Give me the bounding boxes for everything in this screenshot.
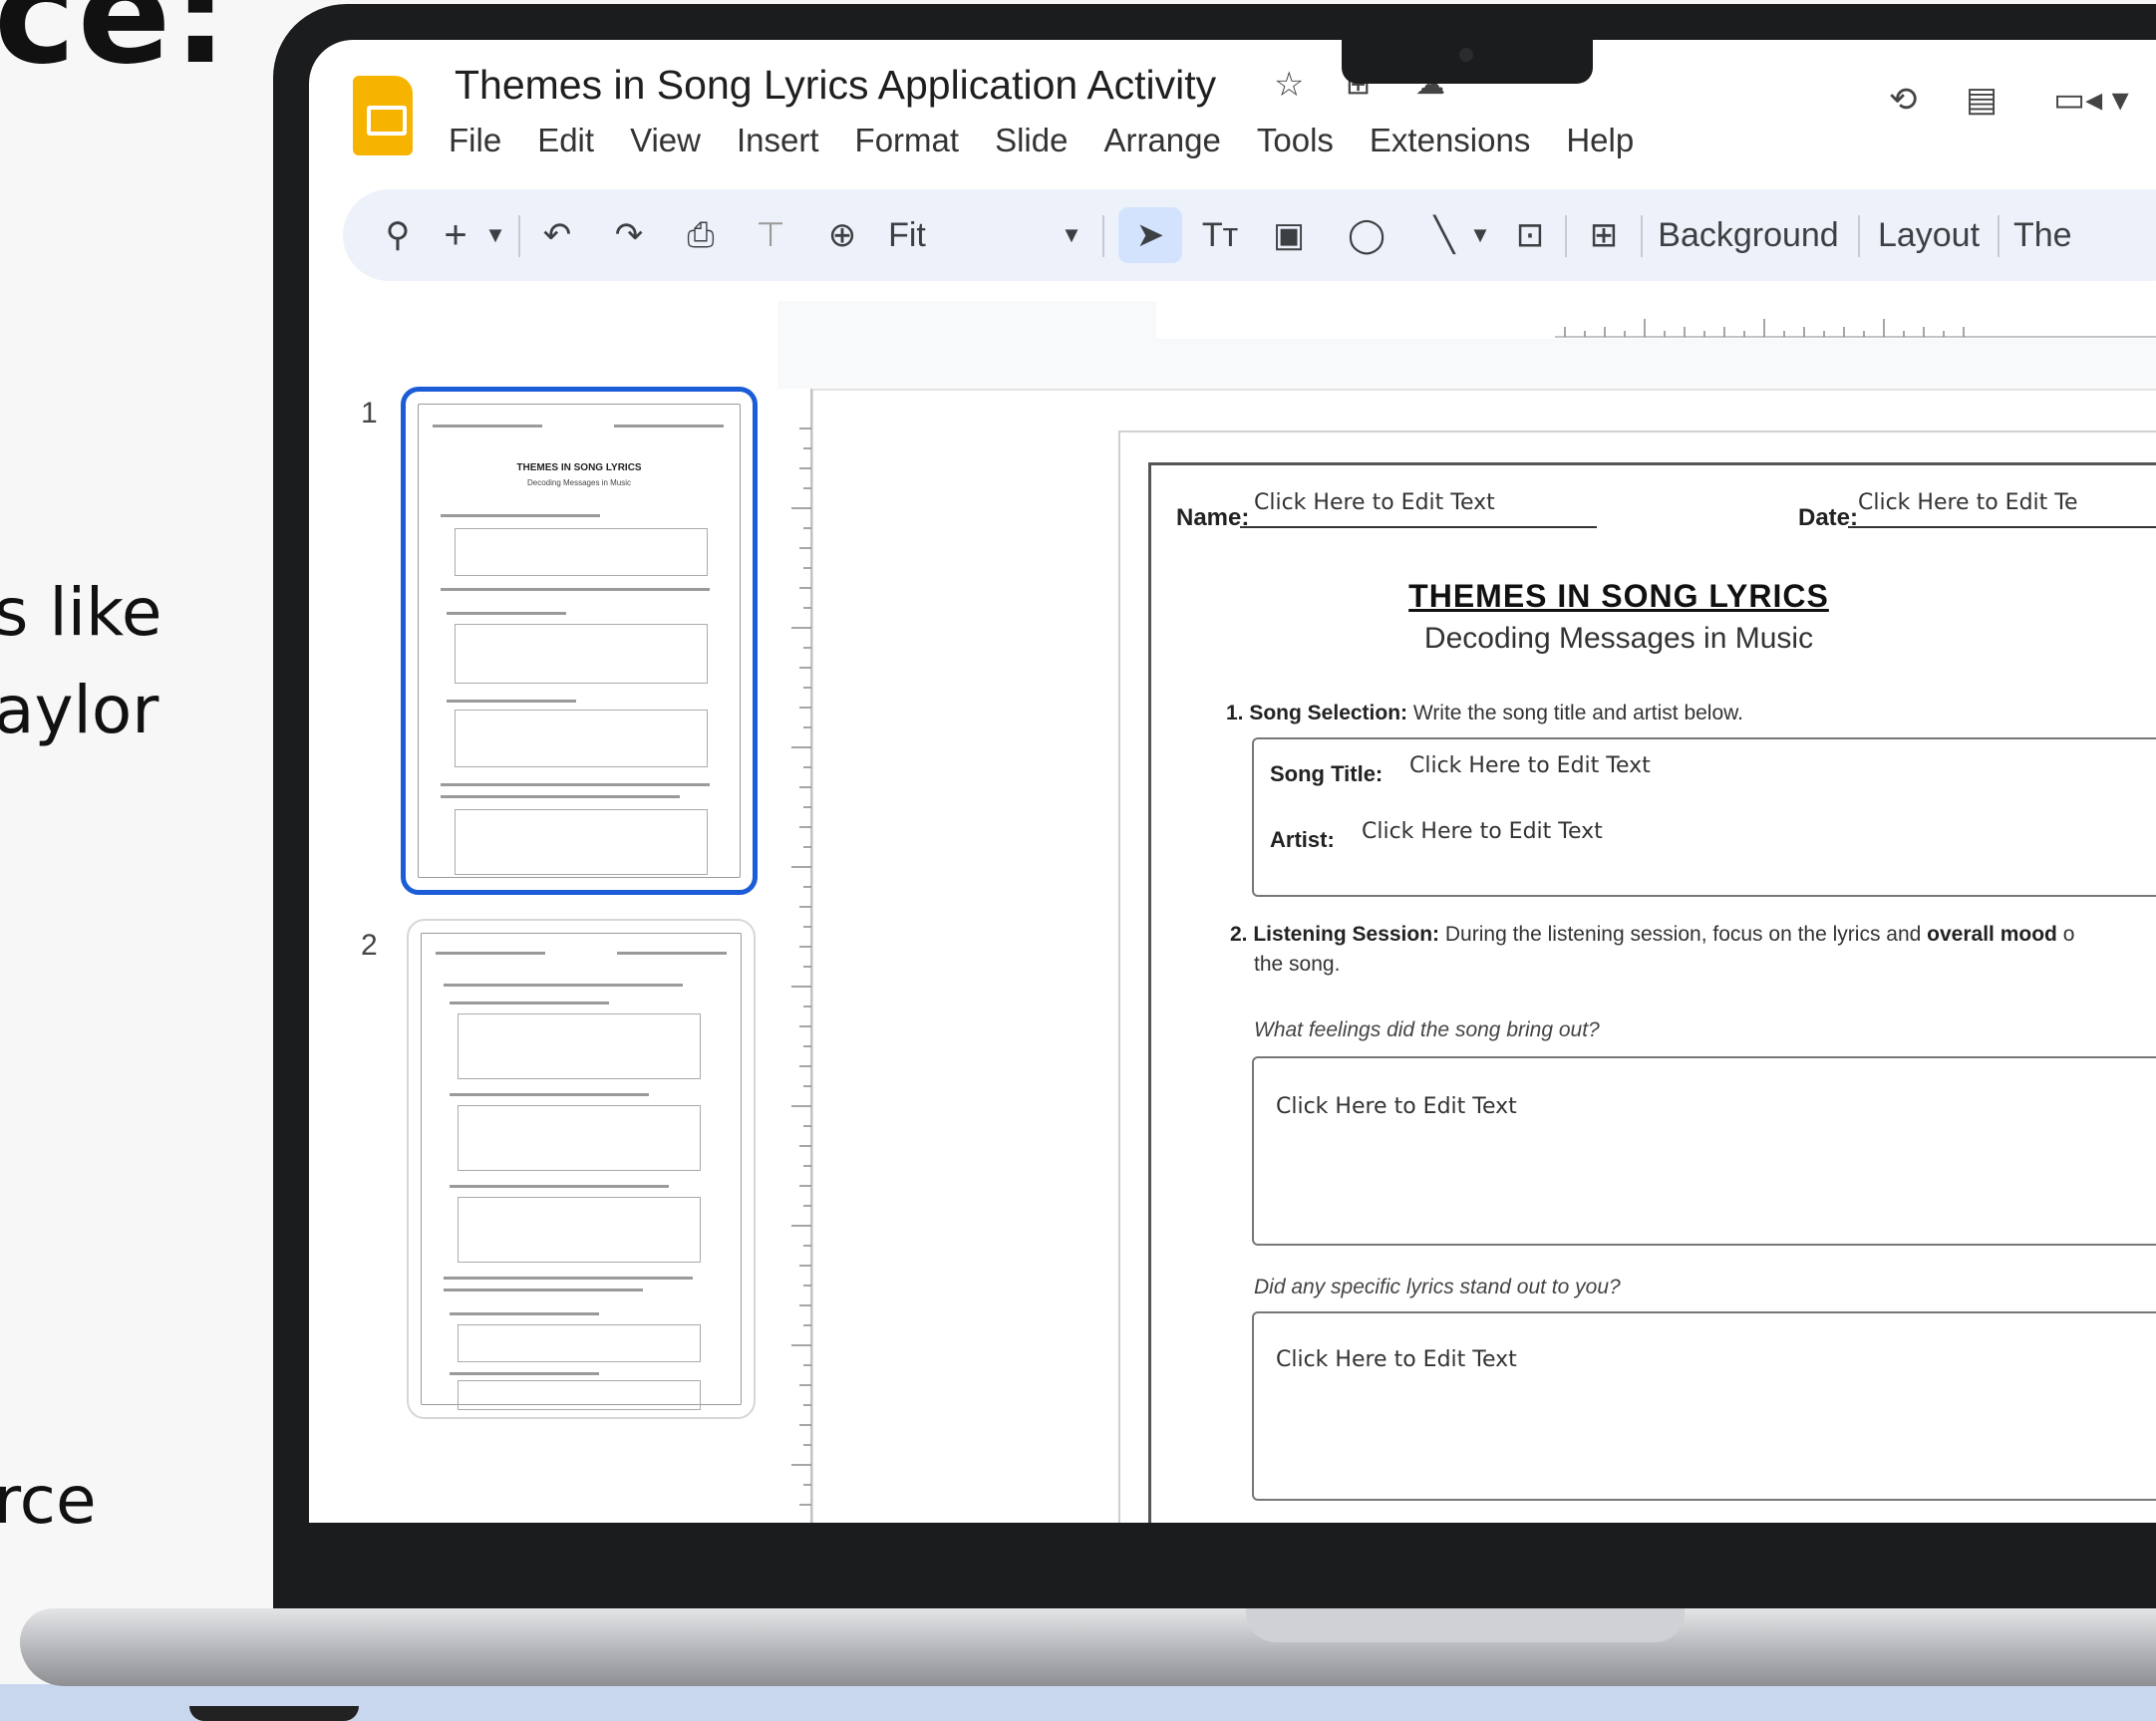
name-underline <box>1240 526 1597 528</box>
slide-thumbnail-2[interactable] <box>407 919 756 1419</box>
camera-icon <box>1459 48 1473 62</box>
insert-video-icon[interactable]: ⊡ <box>1505 207 1555 263</box>
song-title-label: Song Title: <box>1270 761 1384 786</box>
slide-filmstrip: 1 THEMES IN SONG LYRICS Decoding Message… <box>309 301 777 1523</box>
add-comment-icon[interactable]: ⊞ <box>1579 207 1629 263</box>
laptop-base <box>20 1608 2156 1686</box>
name-field[interactable]: Click Here to Edit Text <box>1254 490 1495 515</box>
background-heading-fragment: ce: <box>0 0 230 95</box>
line-icon[interactable]: ╲ <box>1419 207 1469 263</box>
select-tool-icon[interactable]: ➤ <box>1118 207 1182 263</box>
artist-label: Artist: <box>1270 827 1335 852</box>
document-title[interactable]: Themes in Song Lyrics Application Activi… <box>455 62 1216 109</box>
thumbnail-page: THEMES IN SONG LYRICS Decoding Messages … <box>418 404 741 878</box>
question-1: 1. Song Selection: Write the song title … <box>1226 702 1743 725</box>
shape-icon[interactable]: ◯ <box>1342 207 1391 263</box>
thumbnail-page <box>421 933 742 1410</box>
worksheet-subtitle: Decoding Messages in Music <box>1423 622 1814 655</box>
answer-feelings-field[interactable]: Click Here to Edit Text <box>1276 1094 1517 1119</box>
menu-edit[interactable]: Edit <box>537 122 612 159</box>
song-title-field[interactable]: Click Here to Edit Text <box>1409 753 1651 778</box>
menu-slide[interactable]: Slide <box>995 122 1085 159</box>
question-2-emphasis: overall mood <box>1927 923 2057 946</box>
slide-number: 2 <box>361 929 378 962</box>
promo-scene: ce: s like aylor rce Themes in Song Lyri… <box>0 0 2156 1721</box>
question-2-label: 2. Listening Session: <box>1230 923 1440 946</box>
paint-format-icon[interactable]: ⊤ <box>746 207 795 263</box>
slide-1-canvas[interactable]: Name: Click Here to Edit Text Date: Clic… <box>1118 430 2156 1523</box>
zoom-icon[interactable]: ⊕ <box>817 207 867 263</box>
background-text-fragment: rce <box>0 1462 97 1539</box>
date-field[interactable]: Click Here to Edit Te <box>1858 490 2078 515</box>
menu-arrange[interactable]: Arrange <box>1103 122 1238 159</box>
toolbar: ⚲ + ▼ ↶ ↷ ⎙ ⊤ ⊕ Fit ▼ ➤ Tт ▣ ◯ ╲ ▼ ⊡ ⊞ B… <box>343 189 2156 281</box>
toolbar-divider <box>1998 215 2000 257</box>
menu-extensions[interactable]: Extensions <box>1370 122 1548 159</box>
menu-help[interactable]: Help <box>1566 122 1652 159</box>
laptop-foot <box>189 1706 359 1721</box>
laptop-notch <box>1342 40 1593 84</box>
new-slide-chevron-icon[interactable]: ▼ <box>480 207 510 263</box>
menu-file[interactable]: File <box>449 122 519 159</box>
redo-icon[interactable]: ↷ <box>604 207 654 263</box>
menu-view[interactable]: View <box>630 122 719 159</box>
background-text-fragment: aylor <box>0 672 159 748</box>
background-text-fragment: s like <box>0 574 162 651</box>
laptop-screen: Themes in Song Lyrics Application Activi… <box>309 40 2156 1523</box>
toolbar-divider <box>1858 215 1860 257</box>
worksheet-title: THEMES IN SONG LYRICS <box>1408 578 1829 614</box>
line-chevron-icon[interactable]: ▼ <box>1465 207 1495 263</box>
song-info-box <box>1252 737 2156 897</box>
layout-button[interactable]: Layout <box>1874 207 1984 263</box>
menu-insert[interactable]: Insert <box>737 122 837 159</box>
question-2-text-cont: o <box>2062 923 2075 946</box>
question-2-text: During the listening session, focus on t… <box>1444 923 1922 946</box>
answer-box-lyrics[interactable] <box>1252 1311 2156 1501</box>
question-2: 2. Listening Session: During the listeni… <box>1230 923 2074 947</box>
ruler-ticks <box>1555 319 2156 338</box>
date-underline <box>1848 526 2156 528</box>
question-1-label: 1. Song Selection: <box>1226 702 1408 724</box>
insert-image-icon[interactable]: ▣ <box>1264 207 1314 263</box>
menu-format[interactable]: Format <box>855 122 978 159</box>
print-icon[interactable]: ⎙ <box>676 207 726 263</box>
undo-icon[interactable]: ↶ <box>532 207 582 263</box>
theme-button[interactable]: The <box>2013 207 2073 263</box>
version-history-icon[interactable]: ⟲ <box>1889 80 1918 120</box>
vertical-ruler <box>777 389 813 1523</box>
toolbar-divider <box>518 215 520 257</box>
horizontal-ruler <box>1156 301 2156 339</box>
meet-icon[interactable]: ▭◂ ▾ <box>2053 80 2129 120</box>
star-icon[interactable]: ☆ <box>1274 68 1304 102</box>
thumbnail-title: THEMES IN SONG LYRICS <box>516 462 642 473</box>
comments-icon[interactable]: ▤ <box>1966 80 1998 120</box>
slide-number: 1 <box>361 397 378 430</box>
ruler-ticks <box>791 389 812 1523</box>
prompt-feelings: What feelings did the song bring out? <box>1254 1018 1600 1041</box>
background-button[interactable]: Background <box>1657 207 1840 263</box>
artist-field[interactable]: Click Here to Edit Text <box>1362 819 1603 844</box>
question-2-line-2: the song. <box>1254 953 1341 976</box>
laptop-base-notch <box>1246 1608 1685 1642</box>
zoom-level[interactable]: Fit <box>877 207 937 263</box>
toolbar-divider <box>1641 215 1643 257</box>
thumbnail-subtitle: Decoding Messages in Music <box>526 478 632 487</box>
toolbar-divider <box>1565 215 1567 257</box>
slide-thumbnail-1[interactable]: THEMES IN SONG LYRICS Decoding Messages … <box>401 387 758 895</box>
slides-logo-icon[interactable] <box>353 76 413 155</box>
slide-canvas-area: Name: Click Here to Edit Text Date: Clic… <box>777 301 2156 1523</box>
search-menus-icon[interactable]: ⚲ <box>373 207 423 263</box>
name-label: Name: <box>1176 504 1250 531</box>
answer-box-feelings[interactable] <box>1252 1056 2156 1246</box>
text-box-icon[interactable]: Tт <box>1192 207 1248 263</box>
question-1-text: Write the song title and artist below. <box>1412 702 1743 724</box>
menu-tools[interactable]: Tools <box>1257 122 1352 159</box>
prompt-lyrics: Did any specific lyrics stand out to you… <box>1254 1276 1621 1298</box>
new-slide-icon[interactable]: + <box>431 207 480 263</box>
zoom-chevron-icon[interactable]: ▼ <box>1057 207 1086 263</box>
toolbar-divider <box>1102 215 1104 257</box>
answer-lyrics-field[interactable]: Click Here to Edit Text <box>1276 1347 1517 1372</box>
menu-bar: File Edit View Insert Format Slide Arran… <box>449 122 1670 159</box>
